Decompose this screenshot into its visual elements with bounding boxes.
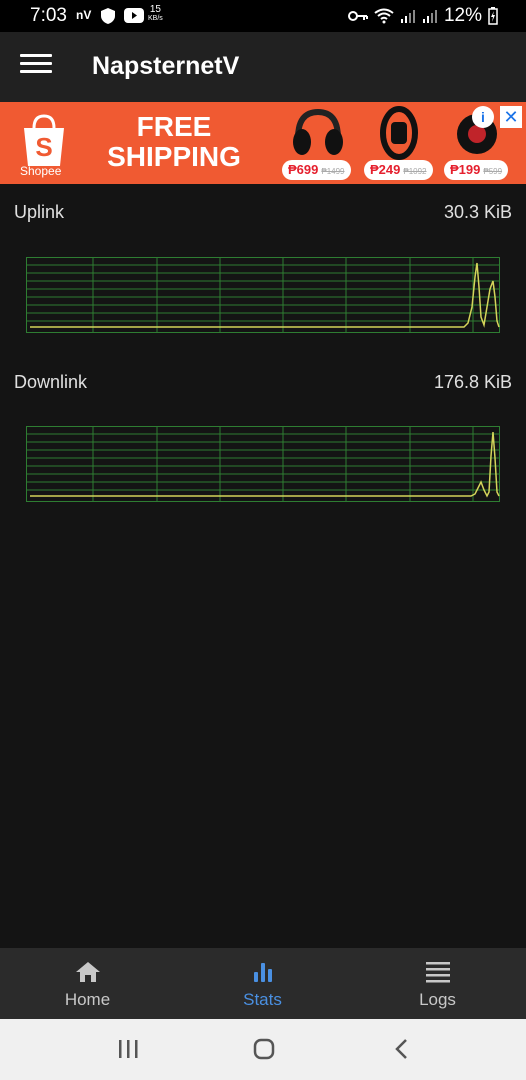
net-speed-unit: KB/s [148, 15, 163, 22]
home-circle-icon[interactable] [252, 1037, 276, 1061]
app-bar: NapsternetV [0, 32, 526, 102]
status-right: 12% [347, 5, 498, 27]
system-nav-bar [0, 1019, 526, 1080]
status-time: 7:03 [30, 5, 67, 26]
downlink-label: Downlink [14, 372, 88, 392]
ad-brand: Shopee [20, 164, 62, 178]
net-speed: 15 KB/s [148, 5, 163, 23]
ad-close-icon[interactable]: ✕ [500, 106, 522, 128]
headphones-image [293, 108, 343, 155]
youtube-icon [124, 8, 144, 23]
ad-banner[interactable]: S Shopee FREE SHIPPING i ✕ ₱699 ₱1499 ₱24… [0, 102, 526, 184]
nav-stats-label: Stats [243, 990, 282, 1009]
downlink-grid [26, 426, 500, 502]
ad-headline-line1: FREE [136, 111, 212, 142]
nav-home[interactable]: Home [0, 948, 175, 1019]
nav-home-label: Home [64, 990, 111, 1009]
app-title: NapsternetV [92, 52, 240, 80]
hamburger-menu-icon[interactable] [20, 54, 52, 80]
bottom-nav: Home Stats Logs [0, 948, 526, 1019]
nav-stats[interactable]: Stats [175, 948, 350, 1019]
uplink-grid [26, 257, 500, 333]
nav-logs-label: Logs [419, 990, 456, 1009]
signal-icon-2 [422, 10, 437, 23]
ad-price-3: ₱199 ₱599 [444, 160, 509, 180]
nav-logs[interactable]: Logs [350, 948, 525, 1019]
wifi-icon [374, 8, 394, 24]
ad-price-2: ₱249 ₱1092 [364, 160, 433, 180]
signal-icon [400, 10, 415, 23]
downlink-value: 176.8 KiB [433, 372, 512, 392]
vpn-key-icon [347, 11, 368, 21]
ad-price-1: ₱699 ₱1499 [282, 160, 351, 180]
logs-icon [426, 962, 450, 983]
ad-info-icon[interactable]: i [472, 106, 494, 128]
home-icon [76, 962, 100, 982]
uplink-value: 30.3 KiB [443, 202, 512, 222]
battery-percent: 12% [443, 5, 482, 26]
recent-apps-icon[interactable] [116, 1037, 140, 1061]
ad-headline: FREE SHIPPING [104, 112, 244, 172]
ad-headline-line2: SHIPPING [107, 141, 241, 172]
back-icon[interactable] [390, 1037, 414, 1061]
battery-charging-icon [488, 7, 498, 25]
nv-status-icon: nV [76, 8, 92, 22]
downlink-graph [26, 426, 500, 502]
shopee-bag-icon: S [24, 114, 64, 166]
bar-chart-icon [254, 963, 272, 982]
svg-text:S: S [35, 132, 52, 162]
uplink-label: Uplink [14, 202, 65, 222]
uplink-graph [26, 257, 500, 333]
status-bar: 7:03 nV 15 KB/s 12% [0, 0, 526, 32]
smartband-image [380, 106, 418, 160]
shield-icon [101, 8, 115, 24]
